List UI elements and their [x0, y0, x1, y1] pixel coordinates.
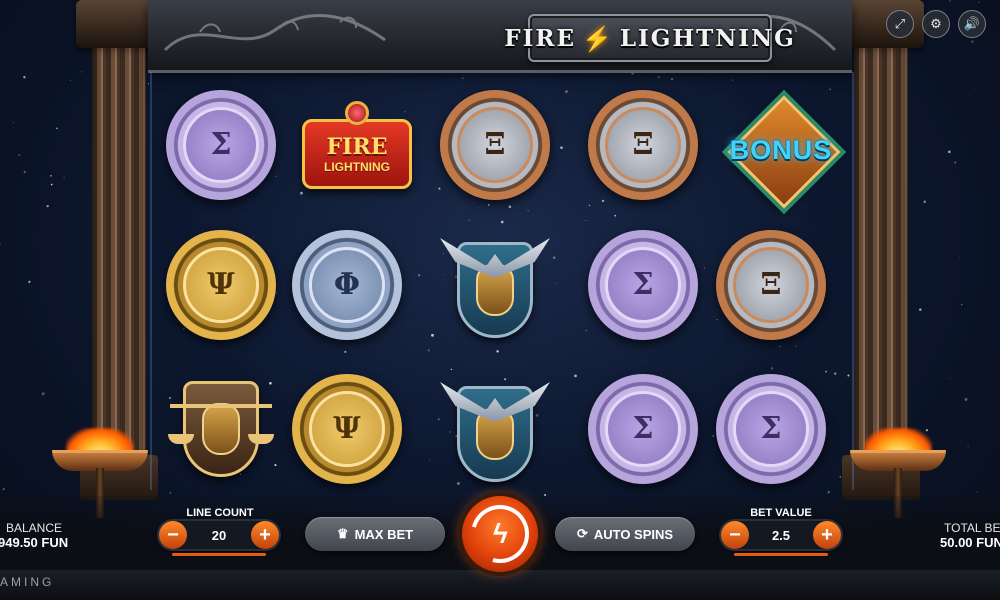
bonus-label: BONUS — [729, 134, 833, 165]
game-stage: FIRE ⚡ LIGHTNING ⤢ ⚙ 🔊 Σ FIRE LIGHTNING Ξ Ξ B… — [0, 0, 1000, 600]
line-count-value: 20 — [211, 527, 227, 543]
fullscreen-icon[interactable]: ⤢ — [886, 10, 914, 38]
line-count-underline — [172, 553, 266, 556]
reel-symbol-sigma-purple: Σ — [716, 374, 826, 484]
reel-symbol-sigma-purple: Σ — [588, 230, 698, 340]
phi-glyph: Φ — [308, 246, 386, 324]
bet-value-decrease-button[interactable]: − — [721, 521, 749, 549]
line-count-stepper: − 20 + — [159, 521, 279, 549]
reel-symbol-xi-bronze: Ξ — [716, 230, 826, 340]
logo-text-fire: FIRE — [504, 24, 576, 52]
reel-symbol-sigma-purple: Σ — [588, 374, 698, 484]
sigma-glyph: Σ — [604, 246, 682, 324]
bet-value-stepper: − 2.5 + — [721, 521, 841, 549]
brand-fragment: AMING — [0, 575, 55, 589]
sigma-glyph: Σ — [732, 390, 810, 468]
spin-lightning-icon: ϟ — [492, 518, 508, 550]
bet-value-increase-button[interactable]: + — [813, 521, 841, 549]
balance-display: BALANCE 949.50 FUN — [0, 521, 68, 550]
total-bet-display: TOTAL BET 50.00 FUN — [938, 521, 1000, 550]
lightning-bolt-icon: ⚡ — [581, 23, 614, 53]
floor — [0, 570, 1000, 600]
sound-icon[interactable]: 🔊 — [958, 10, 986, 38]
logo-text-lightning: LIGHTNING — [619, 24, 796, 52]
spin-button[interactable]: ϟ — [460, 494, 540, 574]
line-count-label: LINE COUNT — [186, 507, 254, 519]
reel-symbol-justice — [166, 374, 276, 484]
game-logo: FIRE ⚡ LIGHTNING — [504, 14, 794, 62]
crown-icon: ♛ — [336, 526, 349, 541]
psi-glyph: Ψ — [182, 246, 260, 324]
xi-glyph: Ξ — [456, 106, 534, 184]
xi-glyph: Ξ — [732, 246, 810, 324]
max-bet-label: MAX BET — [354, 526, 414, 542]
balance-label: BALANCE — [6, 521, 63, 535]
line-count-increase-button[interactable]: + — [251, 521, 279, 549]
balance-value: 949.50 FUN — [0, 535, 69, 550]
reel-symbol-fire-lightning: FIRE LIGHTNING — [292, 90, 422, 200]
vine-ornament-left — [163, 14, 386, 52]
auto-spins-button[interactable]: ⟳ AUTO SPINS — [555, 517, 695, 551]
sigma-glyph: Σ — [182, 106, 260, 184]
header-frieze: FIRE ⚡ LIGHTNING — [148, 0, 852, 73]
auto-spins-label: AUTO SPINS — [593, 526, 674, 542]
right-column — [838, 0, 924, 500]
bet-value-label: BET VALUE — [750, 507, 812, 519]
fire-lightning-symbol-top: FIRE — [326, 134, 388, 160]
reel-symbol-winged-helm — [440, 230, 550, 350]
reel-grid: Σ FIRE LIGHTNING Ξ Ξ BONUS Ψ Φ Σ Ξ Ψ Σ Σ — [150, 72, 854, 490]
reel-symbol-phi-silver: Φ — [292, 230, 402, 340]
bet-value-value: 2.5 — [771, 527, 791, 543]
total-bet-value: 50.00 FUN — [940, 535, 1000, 550]
settings-icon[interactable]: ⚙ — [922, 10, 950, 38]
psi-glyph: Ψ — [308, 390, 386, 468]
xi-glyph: Ξ — [604, 106, 682, 184]
reel-symbol-psi-gold: Ψ — [292, 374, 402, 484]
line-count-decrease-button[interactable]: − — [159, 521, 187, 549]
bet-value-underline — [734, 553, 828, 556]
reel-symbol-winged-helm — [440, 374, 550, 494]
reel-symbol-psi-gold: Ψ — [166, 230, 276, 340]
reel-symbol-xi-bronze: Ξ — [440, 90, 550, 200]
reel-symbol-sigma-purple: Σ — [166, 90, 276, 200]
autoplay-icon: ⟳ — [576, 526, 588, 541]
sigma-glyph: Σ — [604, 390, 682, 468]
reel-symbol-bonus: BONUS — [716, 90, 846, 210]
fire-lightning-symbol-bottom: LIGHTNING — [324, 160, 390, 174]
reel-symbol-xi-bronze: Ξ — [588, 90, 698, 200]
left-column — [76, 0, 162, 500]
total-bet-label: TOTAL BET — [944, 521, 1000, 535]
max-bet-button[interactable]: ♛ MAX BET — [305, 517, 445, 551]
